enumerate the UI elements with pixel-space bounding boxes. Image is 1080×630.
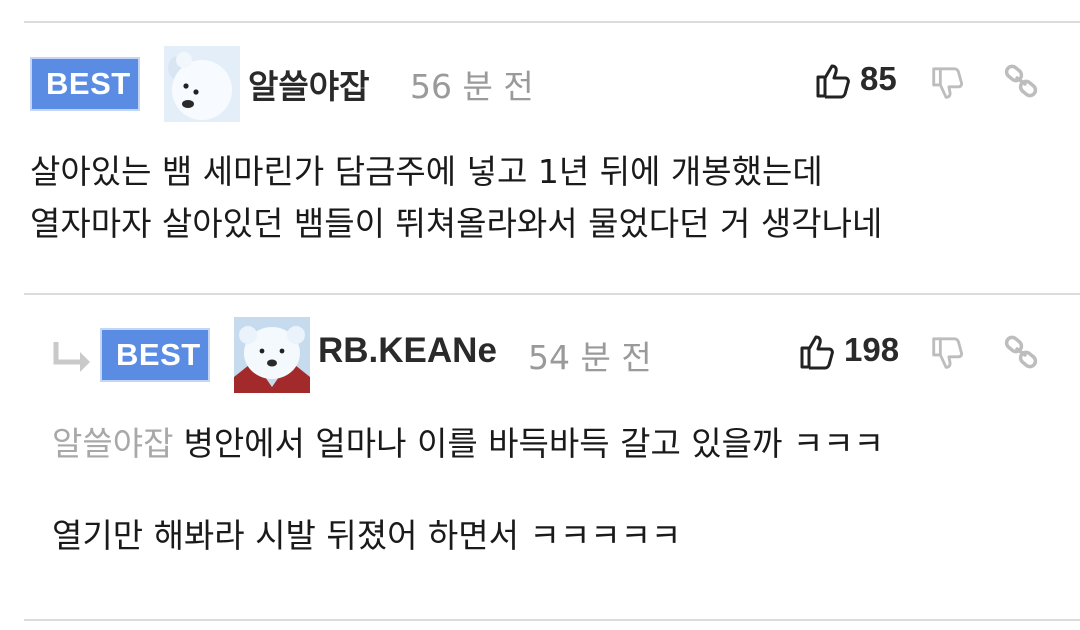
comment-header: BEST 알쓸야잡 56 분 전 85	[0, 40, 1080, 124]
link-icon[interactable]	[1002, 62, 1040, 100]
username[interactable]: 알쓸야잡	[248, 60, 369, 108]
comment-line: 열자마자 살아있던 뱀들이 뛰쳐올라와서 물었다던 거 생각나네	[30, 204, 883, 243]
avatar[interactable]	[164, 46, 240, 122]
thumbs-up-icon[interactable]	[812, 60, 852, 100]
thumbs-down-icon[interactable]	[928, 64, 966, 104]
link-icon[interactable]	[1002, 333, 1040, 371]
top-divider	[24, 21, 1080, 23]
comment-body: 살아있는 뱀 세마린가 담금주에 넣고 1년 뒤에 개봉했는데 열자마자 살아있…	[30, 146, 1060, 250]
username[interactable]: RB.KEANe	[318, 331, 497, 371]
best-badge: BEST	[30, 57, 140, 111]
thumbs-down-icon[interactable]	[928, 334, 966, 374]
polar-bear-avatar-icon	[234, 317, 310, 393]
comment-header: BEST RB.KEANe 54 분 전 198	[0, 314, 1080, 398]
thumbs-up-icon[interactable]	[796, 331, 836, 371]
best-badge: BEST	[100, 328, 210, 382]
timestamp: 54 분 전	[528, 338, 652, 377]
bottom-divider	[24, 619, 1080, 621]
comment-line: 알쓸야잡 병안에서 얼마나 이를 바득바득 갈고 있을까 ㅋㅋㅋ	[52, 418, 1062, 470]
like-count: 85	[860, 60, 897, 97]
avatar[interactable]	[234, 317, 310, 393]
comment-divider	[24, 293, 1080, 295]
comment-text: 병안에서 얼마나 이를 바득바득 갈고 있을까 ㅋㅋㅋ	[183, 424, 884, 463]
like-count: 198	[844, 331, 900, 368]
timestamp: 56 분 전	[410, 67, 534, 106]
comment-line: 열기만 해봐라 시발 뒤졌어 하면서 ㅋㅋㅋㅋㅋ	[52, 516, 682, 555]
comment-body: 알쓸야잡 병안에서 얼마나 이를 바득바득 갈고 있을까 ㅋㅋㅋ 열기만 해봐라 …	[52, 418, 1062, 562]
polar-bear-avatar-icon	[164, 46, 240, 122]
mention-username[interactable]: 알쓸야잡	[52, 424, 173, 463]
comment-line: 살아있는 뱀 세마린가 담금주에 넣고 1년 뒤에 개봉했는데	[30, 152, 823, 191]
reply-arrow-icon	[53, 342, 90, 372]
